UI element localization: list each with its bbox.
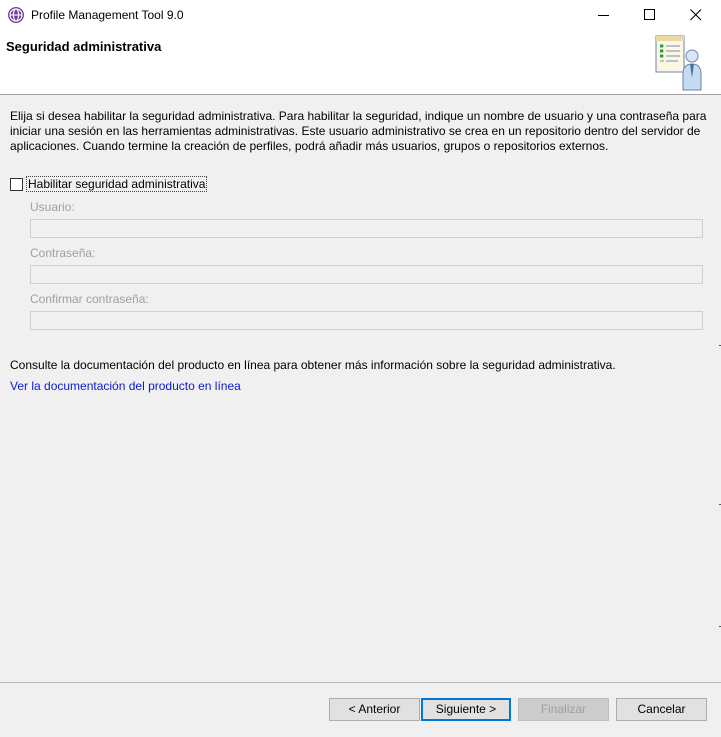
maximize-icon [644,9,655,20]
finish-button: Finalizar [518,698,609,721]
page-title: Seguridad administrativa [6,39,162,54]
info-text: Consulte la documentación del producto e… [10,358,616,372]
wizard-user-icon [652,34,708,92]
close-button[interactable] [673,0,719,30]
cancel-button[interactable]: Cancelar [616,698,707,721]
back-button[interactable]: < Anterior [329,698,420,721]
enable-security-checkbox[interactable] [10,178,23,191]
confirm-password-input[interactable] [30,311,703,330]
online-docs-link[interactable]: Ver la documentación del producto en lín… [10,379,241,393]
button-bar-separator [0,682,721,683]
window-title: Profile Management Tool 9.0 [31,8,184,22]
window-title-bar[interactable]: Profile Management Tool 9.0 [0,0,721,30]
wizard-header: Seguridad administrativa [0,30,721,95]
password-label: Contraseña: [30,246,96,260]
maximize-button[interactable] [627,0,673,30]
wizard-content: Elija si desea habilitar la seguridad ad… [0,95,721,682]
confirm-password-label: Confirmar contraseña: [30,292,149,306]
password-input[interactable] [30,265,703,284]
minimize-button[interactable] [581,0,627,30]
username-input[interactable] [30,219,703,238]
minimize-icon [598,15,609,16]
app-globe-icon [7,6,25,24]
next-button[interactable]: Siguiente > [421,698,511,721]
close-icon [690,9,702,21]
username-label: Usuario: [30,200,75,214]
description-text: Elija si desea habilitar la seguridad ad… [10,109,707,153]
enable-security-label[interactable]: Habilitar seguridad administrativa [26,176,208,192]
